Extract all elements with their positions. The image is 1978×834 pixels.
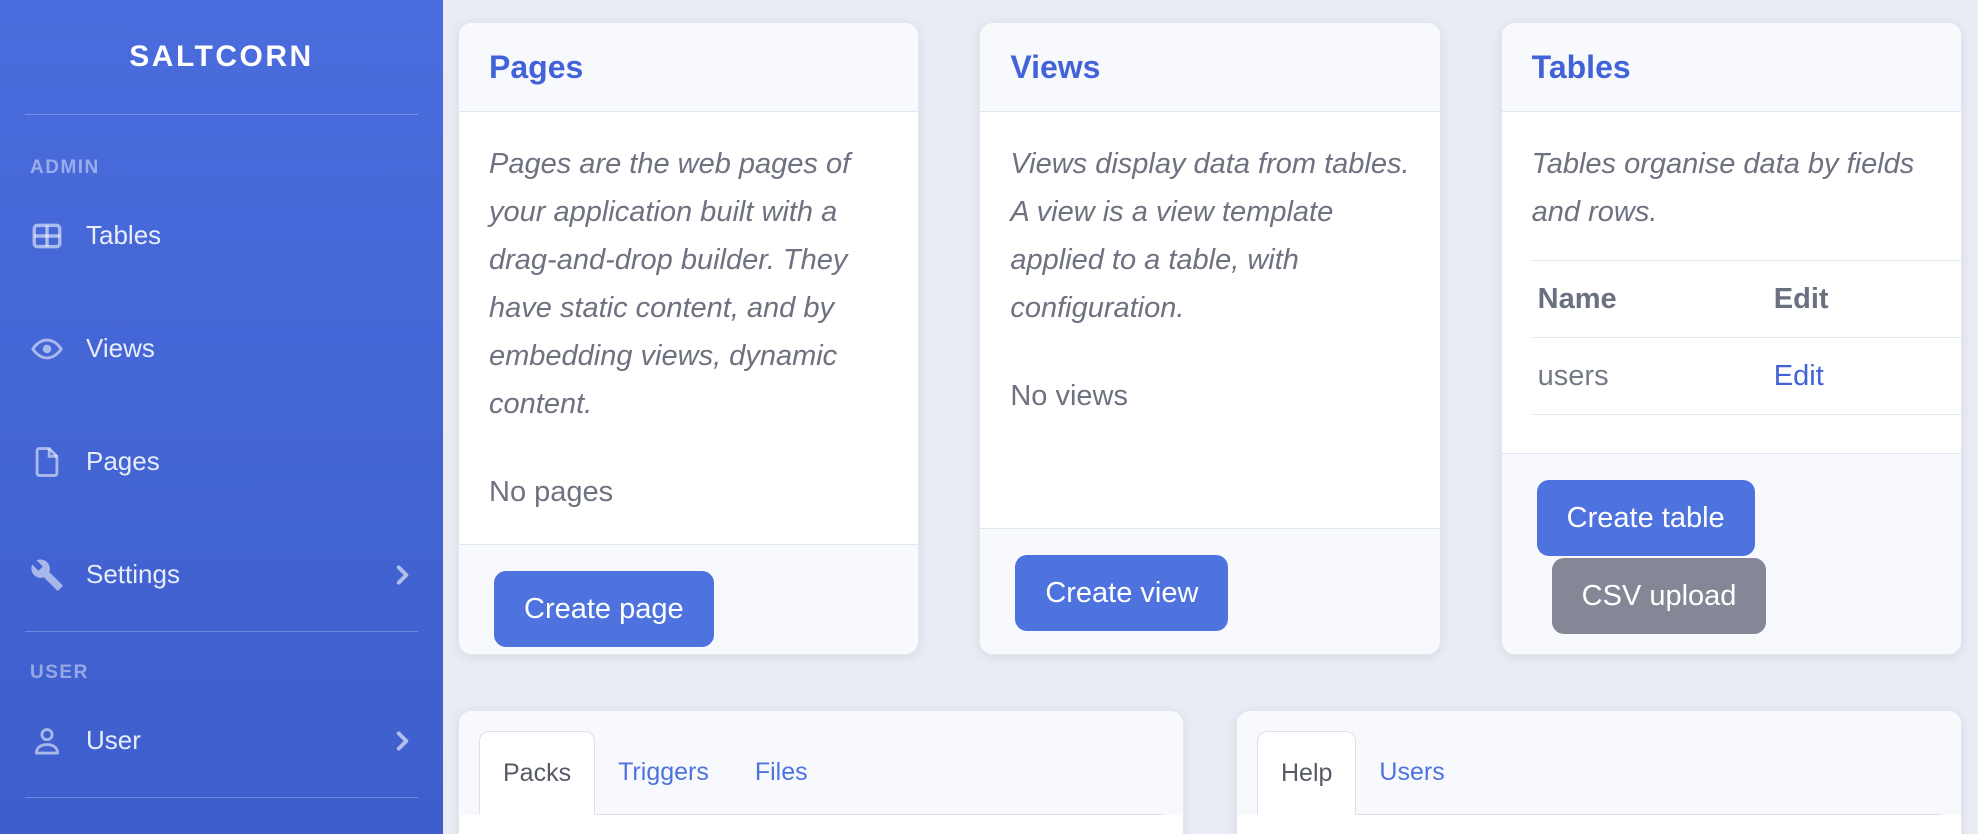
bottom-cards-row: Packs Triggers Files Help Users (458, 710, 1962, 834)
sidebar-item-views[interactable]: Views (0, 292, 443, 405)
tab-packs[interactable]: Packs (479, 731, 595, 815)
table-icon (30, 219, 64, 253)
tables-card-body: Tables organise data by fields and rows.… (1502, 112, 1961, 453)
pages-card: Pages Pages are the web pages of your ap… (458, 22, 919, 655)
views-empty-note: No views (1010, 372, 1409, 420)
packs-tab-card: Packs Triggers Files (458, 710, 1184, 834)
wrench-icon (30, 558, 64, 592)
table-name-cell: users (1532, 338, 1768, 415)
sidebar-section-admin: ADMIN (0, 157, 443, 179)
app-root: SALTCORN ADMIN Tables Views (0, 0, 1978, 834)
tab-files[interactable]: Files (732, 731, 831, 815)
tables-description: Tables organise data by fields and rows. (1532, 140, 1961, 236)
eye-icon (30, 332, 64, 366)
views-card-body: Views display data from tables. A view i… (980, 112, 1439, 528)
packs-tabs: Packs Triggers Files (479, 731, 1163, 815)
pages-description: Pages are the web pages of your applicat… (489, 140, 888, 428)
pages-card-header: Pages (459, 23, 918, 112)
brand-logo[interactable]: SALTCORN (0, 0, 443, 114)
tables-card-footer: Create tableCSV upload (1502, 453, 1961, 654)
tables-list-header-edit: Edit (1768, 261, 1961, 338)
tables-list-header-name: Name (1532, 261, 1768, 338)
summary-cards-row: Pages Pages are the web pages of your ap… (458, 22, 1962, 655)
sidebar-item-label: Settings (86, 559, 180, 590)
create-view-button[interactable]: Create view (1015, 555, 1228, 631)
csv-upload-button[interactable]: CSV upload (1552, 558, 1767, 634)
help-tabs: Help Users (1257, 731, 1941, 815)
sidebar-divider (25, 797, 418, 798)
sidebar-section-user: USER (0, 662, 443, 684)
create-page-button[interactable]: Create page (494, 571, 714, 647)
sidebar-divider (25, 114, 418, 115)
tab-users[interactable]: Users (1356, 731, 1467, 815)
views-card-title: Views (1010, 46, 1409, 88)
tables-list-header-row: Name Edit (1532, 261, 1961, 338)
tables-card-header: Tables (1502, 23, 1961, 112)
chevron-right-icon (389, 562, 415, 588)
file-icon (30, 445, 64, 479)
views-card-header: Views (980, 23, 1439, 112)
sidebar-item-pages[interactable]: Pages (0, 405, 443, 518)
sidebar-divider (25, 631, 418, 632)
tables-card-title: Tables (1532, 46, 1931, 88)
sidebar-item-label: Views (86, 333, 155, 364)
table-row: users Edit (1532, 338, 1961, 415)
edit-table-link[interactable]: Edit (1774, 360, 1824, 392)
views-description: Views display data from tables. A view i… (1010, 140, 1409, 332)
sidebar-item-tables[interactable]: Tables (0, 179, 443, 292)
help-tab-card: Help Users (1236, 710, 1962, 834)
tab-triggers[interactable]: Triggers (595, 731, 732, 815)
tables-list: Name Edit users Edit (1532, 260, 1961, 415)
user-icon (30, 724, 64, 758)
help-tab-card-body (1237, 815, 1961, 834)
main-content: Pages Pages are the web pages of your ap… (443, 0, 1978, 834)
pages-card-body: Pages are the web pages of your applicat… (459, 112, 918, 544)
views-card-footer: Create view (980, 528, 1439, 654)
packs-tab-card-body (459, 815, 1183, 834)
sidebar-item-label: User (86, 725, 141, 756)
pages-card-title: Pages (489, 46, 888, 88)
sidebar-item-user[interactable]: User (0, 684, 443, 797)
help-tab-card-header: Help Users (1237, 711, 1961, 815)
tables-card: Tables Tables organise data by fields an… (1501, 22, 1962, 655)
tab-help[interactable]: Help (1257, 731, 1356, 815)
pages-card-footer: Create page (459, 544, 918, 655)
pages-empty-note: No pages (489, 468, 888, 516)
views-card: Views Views display data from tables. A … (979, 22, 1440, 655)
sidebar-item-label: Tables (86, 220, 161, 251)
sidebar-item-label: Pages (86, 446, 160, 477)
create-table-button[interactable]: Create table (1537, 480, 1755, 556)
sidebar-item-settings[interactable]: Settings (0, 518, 443, 631)
sidebar: SALTCORN ADMIN Tables Views (0, 0, 443, 834)
chevron-right-icon (389, 728, 415, 754)
packs-tab-card-header: Packs Triggers Files (459, 711, 1183, 815)
